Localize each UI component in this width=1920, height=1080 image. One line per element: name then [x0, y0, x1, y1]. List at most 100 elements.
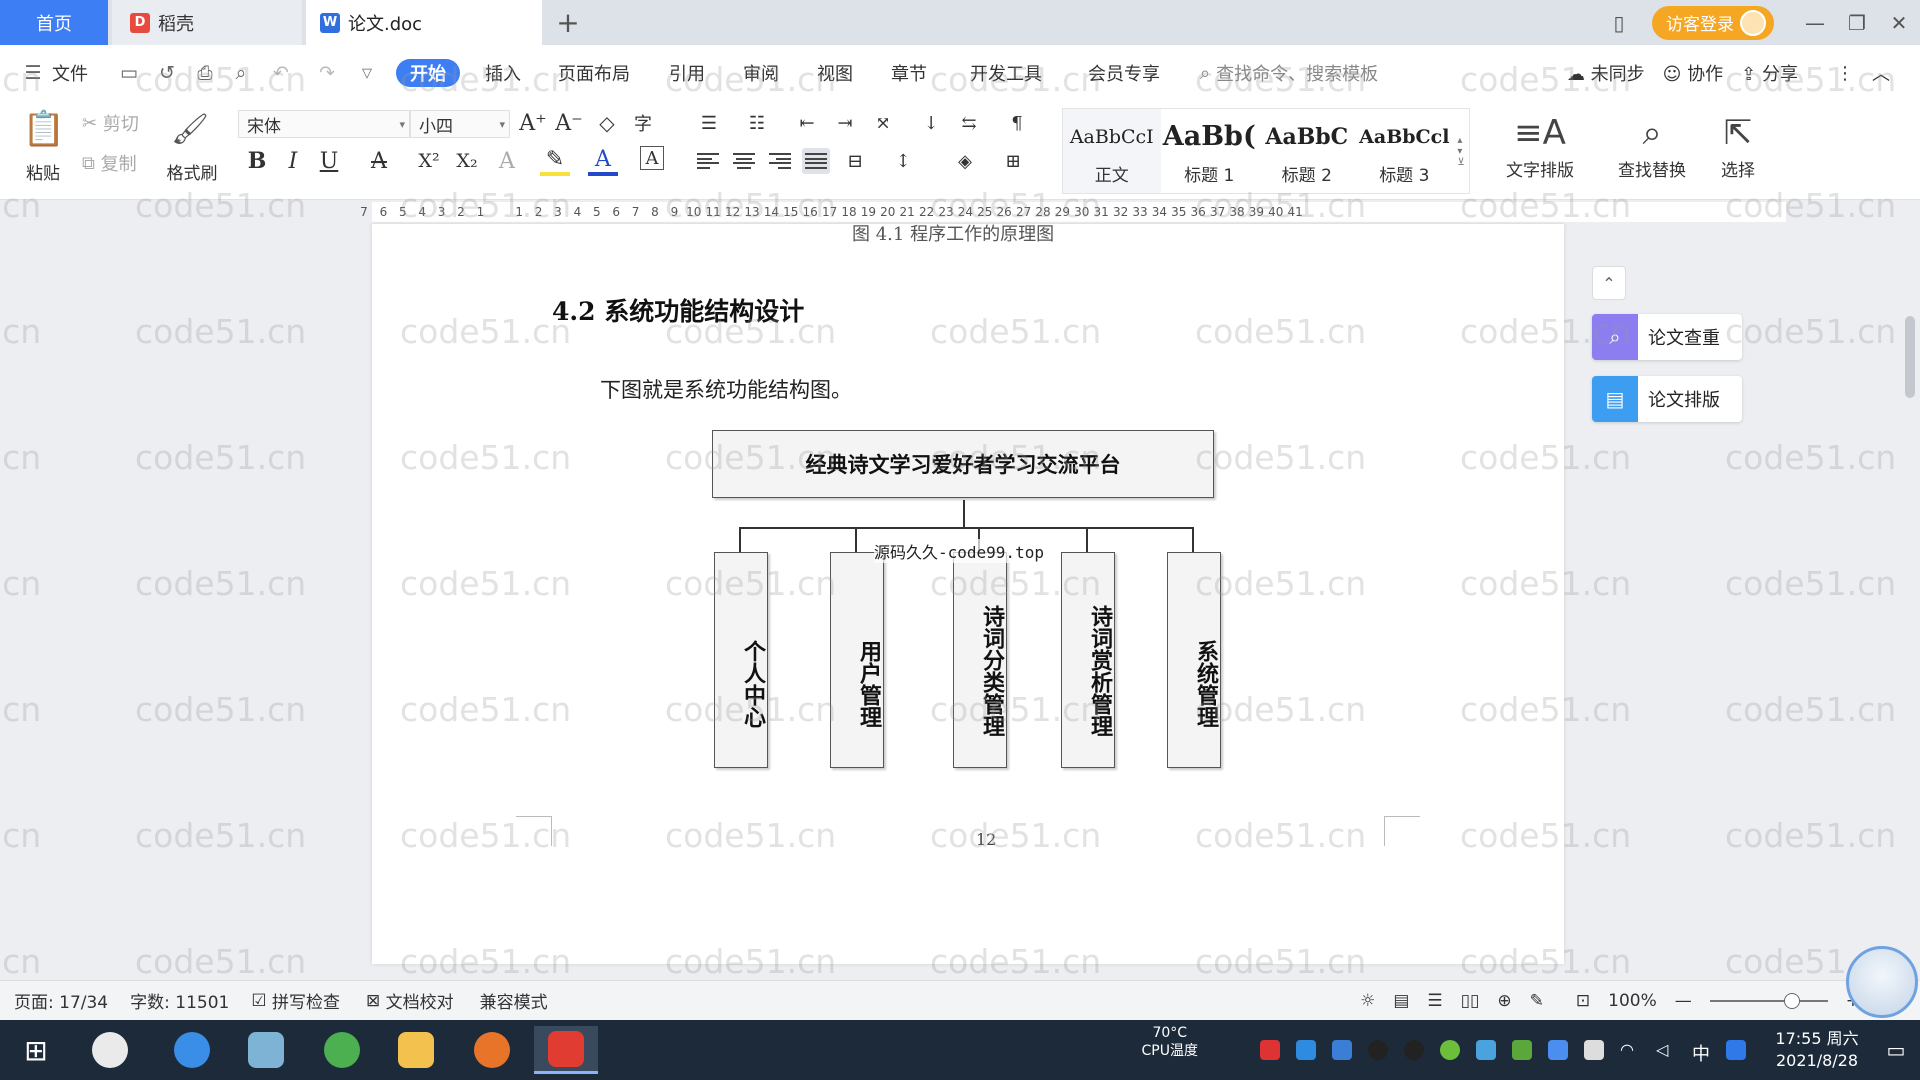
zoom-slider[interactable]	[1709, 993, 1828, 1009]
side-panel-collapse-button[interactable]: ⌃	[1592, 266, 1626, 300]
volume-icon[interactable]: ◁	[1656, 1040, 1676, 1060]
vertical-scrollbar-thumb[interactable]	[1905, 316, 1915, 398]
style-normal[interactable]: AaBbCcI 正文	[1063, 109, 1161, 193]
page-indicator[interactable]: 页面: 17/34	[14, 988, 108, 1013]
shading-icon[interactable]: ◈	[950, 146, 980, 176]
style-heading-3[interactable]: AaBbCcl 标题 3	[1356, 109, 1454, 193]
menu-start[interactable]: 开始	[396, 59, 460, 87]
style-heading-1[interactable]: AaBb( 标题 1	[1161, 109, 1259, 193]
text-layout-button[interactable]: ≡A 文字排版	[1492, 110, 1588, 194]
collapse-ribbon-icon[interactable]: ︿	[1872, 60, 1890, 86]
qq-icon[interactable]	[1404, 1040, 1424, 1060]
start-button[interactable]: ⊞	[4, 1026, 68, 1074]
borders-icon[interactable]: ⊞	[998, 146, 1028, 176]
print-icon[interactable]: ⎙	[194, 62, 216, 84]
reading-view-icon[interactable]: ▯▯	[1461, 991, 1480, 1011]
menu-file[interactable]: 文件	[52, 59, 88, 87]
taskbar-app-ie[interactable]	[160, 1026, 224, 1074]
highlight-icon[interactable]: ✎	[540, 146, 570, 176]
align-right-icon[interactable]	[766, 148, 794, 174]
zoom-out-icon[interactable]: —	[1675, 991, 1692, 1011]
decrease-indent-icon[interactable]: ⇤	[792, 108, 822, 138]
shield-icon[interactable]	[1332, 1040, 1352, 1060]
taskbar-app-explorer[interactable]	[384, 1026, 448, 1074]
tab-daoke[interactable]: D 稻壳	[112, 0, 302, 45]
proofread-button[interactable]: ⊠ 文档校对	[366, 988, 454, 1014]
web-view-icon[interactable]: ⊕	[1497, 991, 1511, 1011]
redo-icon[interactable]: ↷	[316, 62, 338, 84]
outline-view-icon[interactable]: ☰	[1427, 991, 1442, 1011]
share-button[interactable]: ⇪ 分享	[1741, 60, 1798, 86]
quick-access-dropdown-icon[interactable]: ▽	[356, 62, 378, 84]
zoom-slider-knob[interactable]	[1784, 993, 1801, 1009]
shrink-font-icon[interactable]: A⁻	[554, 108, 584, 138]
cut-button[interactable]: ✂ 剪切	[82, 110, 139, 136]
text-effect-icon[interactable]: A	[492, 146, 522, 176]
eye-protection-icon[interactable]: ☼	[1360, 991, 1375, 1011]
notification-icon[interactable]: ▭	[1872, 1020, 1920, 1080]
taskbar-app-browser[interactable]	[310, 1026, 374, 1074]
font-size-select[interactable]: 小四	[410, 110, 510, 138]
more-icon[interactable]: ⋮	[1836, 63, 1854, 84]
taskbar-app-pinwheel[interactable]	[78, 1026, 142, 1074]
bold-icon[interactable]: B	[242, 146, 272, 176]
copy-button[interactable]: ⧉ 复制	[82, 150, 137, 176]
increase-indent-icon[interactable]: ⇥	[830, 108, 860, 138]
search-tray-icon[interactable]	[1726, 1040, 1746, 1060]
taskbar-app-game[interactable]	[460, 1026, 524, 1074]
underline-icon[interactable]: U	[314, 146, 344, 176]
bluetooth-icon[interactable]	[1548, 1040, 1568, 1060]
document-page[interactable]: 图 4.1 程序工作的原理图 4.2 系统功能结构设计 下图就是系统功能结构图。…	[372, 224, 1564, 964]
tray-app-icon[interactable]	[1260, 1040, 1280, 1060]
tray-app-icon[interactable]	[1476, 1040, 1496, 1060]
write-view-icon[interactable]: ✎	[1530, 991, 1544, 1011]
superscript-icon[interactable]: X²	[414, 146, 444, 176]
menu-developer[interactable]: 开发工具	[970, 59, 1042, 87]
show-marks-icon[interactable]: ¶	[1002, 108, 1032, 138]
menu-insert[interactable]: 插入	[485, 59, 521, 87]
font-family-select[interactable]: 宋体	[238, 110, 410, 138]
new-tab-button[interactable]: +	[546, 0, 590, 45]
paper-format-button[interactable]: ▤ 论文排版	[1592, 376, 1742, 422]
fit-page-icon[interactable]: ⊡	[1576, 991, 1590, 1011]
share-export-icon[interactable]: ↺	[156, 62, 178, 84]
distributed-align-icon[interactable]: ⊟	[840, 146, 870, 176]
menu-member[interactable]: 会员专享	[1088, 59, 1160, 87]
battery-icon[interactable]	[1584, 1040, 1604, 1060]
format-painter-button[interactable]: 格式刷	[160, 158, 224, 184]
system-clock[interactable]: 17:55 周六 2021/8/28	[1762, 1028, 1872, 1072]
align-center-icon[interactable]	[730, 148, 758, 174]
menu-references[interactable]: 引用	[669, 59, 705, 87]
taskbar-app-notes[interactable]	[234, 1026, 298, 1074]
bullet-list-icon[interactable]: ☰	[694, 108, 724, 138]
hamburger-icon[interactable]: ☰	[22, 62, 44, 84]
save-icon[interactable]: ▭	[118, 62, 140, 84]
align-left-icon[interactable]	[694, 148, 722, 174]
menu-view[interactable]: 视图	[817, 59, 853, 87]
menu-chapter[interactable]: 章节	[891, 59, 927, 87]
sort-icon[interactable]: ↓	[916, 108, 946, 138]
strikethrough-icon[interactable]: A	[364, 146, 394, 176]
visitor-login-button[interactable]: 访客登录	[1652, 5, 1774, 40]
spellcheck-button[interactable]: ☑ 拼写检查	[251, 988, 340, 1014]
numbered-list-icon[interactable]: ☷	[742, 108, 772, 138]
font-color-icon[interactable]: A	[588, 146, 618, 176]
wifi-icon[interactable]: ◠	[1620, 1040, 1640, 1060]
sync-button[interactable]: ☁ 未同步	[1567, 60, 1645, 86]
tray-app-icon[interactable]	[1296, 1040, 1316, 1060]
menu-review[interactable]: 审阅	[743, 59, 779, 87]
minimize-button[interactable]: —	[1794, 0, 1836, 45]
restore-button[interactable]: ❐	[1836, 0, 1878, 45]
subscript-icon[interactable]: X₂	[452, 146, 482, 176]
command-search[interactable]: ⌕ 查找命令、搜索模板	[1200, 59, 1378, 87]
find-replace-button[interactable]: ⌕ 查找替换	[1604, 110, 1700, 194]
horizontal-ruler[interactable]: 7 6 5 4 3 2 1 1 2 3 4 5 6 7 8 9 10 11 12 13 14 15 16 17 18 19 20 21…	[0, 200, 1920, 224]
justify-icon[interactable]	[802, 148, 830, 174]
print-preview-icon[interactable]: ⌕	[230, 62, 252, 84]
line-spacing-icon[interactable]: ↕	[888, 146, 918, 176]
style-gallery-scroll[interactable]: ▴ ▾ ⊻	[1453, 109, 1469, 193]
select-button[interactable]: ⇱ 选择	[1690, 110, 1786, 194]
paper-check-button[interactable]: ⌕ 论文查重	[1592, 314, 1742, 360]
clear-format-icon[interactable]: ◇	[592, 108, 622, 138]
collaborate-button[interactable]: ☺ 协作	[1663, 60, 1724, 86]
